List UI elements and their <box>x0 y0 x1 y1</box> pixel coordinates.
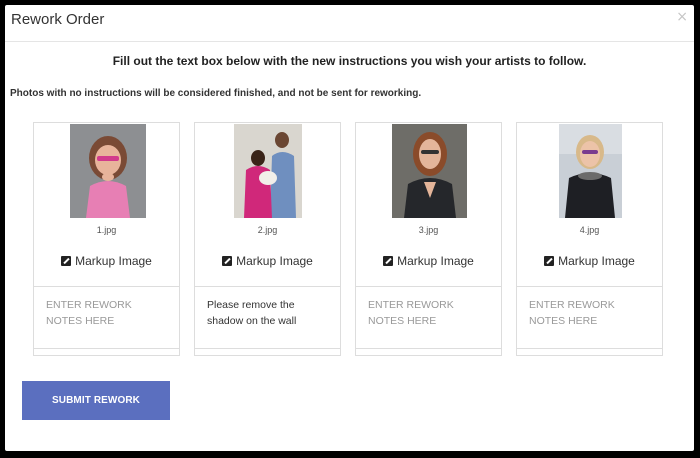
modal-title: Rework Order <box>11 11 105 28</box>
photo-thumbnail-4[interactable] <box>559 124 622 218</box>
edit-icon <box>544 256 555 266</box>
photo-card-3: 3.jpg Markup Image ENTER REWORK NOTES HE… <box>355 122 502 356</box>
photo-thumbnail-1[interactable] <box>70 124 146 218</box>
subnote-text: Photos with no instructions will be cons… <box>10 88 422 99</box>
photo-card-1: 1.jpg Markup Image ENTER REWORK NOTES HE… <box>33 122 180 356</box>
photo-card-4: 4.jpg Markup Image ENTER REWORK NOTES HE… <box>516 122 663 356</box>
markup-image-button[interactable]: Markup Image <box>195 254 340 268</box>
rework-notes-input[interactable]: Please remove the shadow on the wall <box>195 286 340 349</box>
instructions-text: Fill out the text box below with the new… <box>112 54 587 68</box>
submit-rework-button[interactable]: SUBMIT REWORK <box>22 381 170 420</box>
markup-image-label: Markup Image <box>397 254 474 268</box>
modal-header: Rework Order × <box>5 5 694 42</box>
rework-notes-input[interactable]: ENTER REWORK NOTES HERE <box>34 286 179 349</box>
photo-thumbnail-2[interactable] <box>234 124 302 218</box>
photo-thumbnail-3[interactable] <box>392 124 467 218</box>
photo-filename: 3.jpg <box>418 225 439 235</box>
markup-image-label: Markup Image <box>236 254 313 268</box>
edit-icon <box>383 256 394 266</box>
photo-filename: 4.jpg <box>579 225 600 235</box>
rework-notes-input[interactable]: ENTER REWORK NOTES HERE <box>356 286 501 349</box>
photo-filename: 2.jpg <box>257 225 278 235</box>
rework-order-modal: Rework Order × Fill out the text box bel… <box>5 5 694 451</box>
markup-image-button[interactable]: Markup Image <box>517 254 662 268</box>
photo-filename: 1.jpg <box>96 225 117 235</box>
edit-icon <box>61 256 72 266</box>
markup-image-label: Markup Image <box>75 254 152 268</box>
rework-notes-input[interactable]: ENTER REWORK NOTES HERE <box>517 286 662 349</box>
markup-image-button[interactable]: Markup Image <box>34 254 179 268</box>
markup-image-label: Markup Image <box>558 254 635 268</box>
photo-card-2: 2.jpg Markup Image Please remove the sha… <box>194 122 341 356</box>
edit-icon <box>222 256 233 266</box>
close-icon[interactable]: × <box>676 9 688 25</box>
markup-image-button[interactable]: Markup Image <box>356 254 501 268</box>
